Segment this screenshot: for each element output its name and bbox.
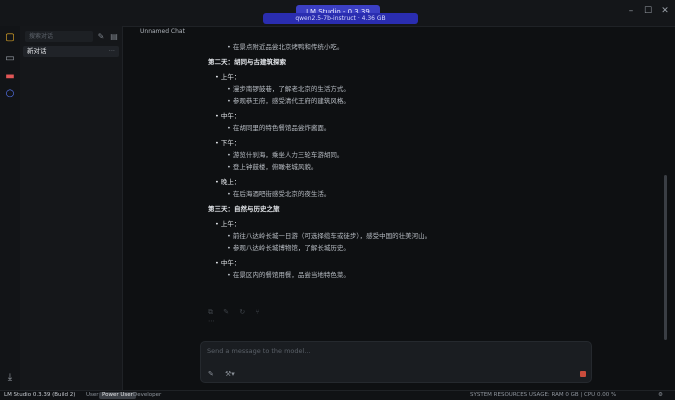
line-text: 游览什刹海，乘坐人力三轮车游胡同。 — [232, 151, 344, 159]
line-text: 参观八达岭长城博物馆，了解长城历史。 — [232, 244, 350, 252]
line-text: 晚上： — [220, 178, 241, 186]
terminal-icon[interactable]: ▭ — [4, 53, 16, 65]
line-text: 在景点附近品尝北京烤鸭和传统小吃。 — [232, 43, 344, 51]
line-text: 上午： — [220, 73, 241, 81]
message-composer[interactable]: Send a message to the model... ✎ ⚒▾ — [200, 341, 592, 383]
line-text: 参观恭王府，感受清代王府的建筑风格。 — [232, 97, 350, 105]
list-item: • 游览什刹海，乘坐人力三轮车游胡同。 — [227, 150, 343, 160]
line-text: 在胡同里的特色餐馆品尝炸酱面。 — [232, 124, 331, 132]
chat-scrollbar[interactable] — [664, 175, 667, 340]
list-item: • 在后海酒吧街感受北京的夜生活。 — [227, 189, 330, 199]
line-text: 中午： — [220, 259, 241, 267]
more-icon[interactable]: ··· — [109, 46, 115, 57]
list-item: • 前往八达岭长城一日游（可选择缆车或徒步），感受中国的壮美河山。 — [227, 231, 431, 241]
line-text: 上午： — [220, 220, 241, 228]
new-chat-icon[interactable]: ✎ — [96, 31, 106, 42]
list-item-time: • 晚上： — [215, 177, 240, 187]
list-item: • 参观八达岭长城博物馆，了解长城历史。 — [227, 243, 350, 253]
title-bar: LM Studio - 0.3.39 qwen2.5-7b-instruct ·… — [0, 0, 675, 27]
attach-icon[interactable]: ✎ — [208, 370, 214, 378]
section-heading: 第二天：胡同与古建筑探索 — [208, 58, 286, 66]
line-text: 前往八达岭长城一日游（可选择缆车或徒步），感受中国的壮美河山。 — [232, 232, 432, 240]
mode-developer-button[interactable]: Developer — [130, 392, 164, 399]
folder-icon[interactable]: ▬ — [4, 71, 16, 83]
chat-icon[interactable]: ▢ — [4, 32, 16, 44]
section-heading: 第三天：自然与历史之旅 — [208, 205, 280, 213]
list-item-time: • 下午： — [215, 138, 240, 148]
new-folder-icon[interactable]: ▤ — [109, 31, 119, 42]
list-item: • 参观恭王府，感受清代王府的建筑风格。 — [227, 96, 350, 106]
search-icon[interactable]: ○ — [4, 88, 16, 100]
list-item: • 在胡同里的特色餐馆品尝炸酱面。 — [227, 123, 330, 133]
list-item-time: • 中午： — [215, 111, 240, 121]
list-item: • 漫步南锣鼓巷，了解老北京的生活方式。 — [227, 84, 350, 94]
download-icon[interactable]: ⤓ — [4, 372, 16, 384]
line-text: 漫步南锣鼓巷，了解老北京的生活方式。 — [232, 85, 350, 93]
model-selector[interactable]: qwen2.5-7b-instruct · 4.36 GB — [263, 13, 418, 24]
maximize-icon[interactable]: ☐ — [641, 4, 655, 18]
tools-icon[interactable]: ⚒▾ — [225, 370, 235, 378]
chat-message: • 在景点附近品尝北京烤鸭和传统小吃。第二天：胡同与古建筑探索 • 上午： • 漫步… — [205, 38, 645, 308]
minimize-icon[interactable]: – — [624, 4, 638, 18]
list-item-time: • 上午： — [215, 219, 240, 229]
line-text: 在后海酒吧街感受北京的夜生活。 — [232, 190, 331, 198]
sidebar-chat-label: 新对话 — [27, 47, 47, 55]
message-actions[interactable]: ⧉ ✎ ↻ ⑂ ⋯ — [208, 308, 278, 325]
chat-sidebar: 搜索对话 ✎ ▤ 新对话 ··· — [20, 26, 123, 390]
sidebar-chat-item[interactable]: 新对话 ··· — [23, 46, 119, 57]
list-item: • 在景点附近品尝北京烤鸭和传统小吃。 — [227, 42, 343, 52]
list-item-time: • 中午： — [215, 258, 240, 268]
chat-tab[interactable]: Unnamed Chat — [140, 27, 190, 37]
line-text: 下午： — [220, 139, 241, 147]
list-item: • 在景区内的餐馆用餐，品尝当地特色菜。 — [227, 270, 350, 280]
close-icon[interactable]: ✕ — [658, 4, 672, 18]
list-item-time: • 上午： — [215, 72, 240, 82]
send-button[interactable] — [580, 371, 586, 377]
list-item: • 登上钟鼓楼，俯瞰老城风貌。 — [227, 162, 317, 172]
message-input[interactable]: Send a message to the model... — [207, 347, 311, 355]
nav-rail: ▢ ▭ ▬ ○ ⤓ — [0, 26, 21, 390]
line-text: 中午： — [220, 112, 241, 120]
sidebar-search-input[interactable]: 搜索对话 — [25, 31, 93, 42]
line-text: 在景区内的餐馆用餐，品尝当地特色菜。 — [232, 271, 350, 279]
line-text: 登上钟鼓楼，俯瞰老城风貌。 — [232, 163, 318, 171]
